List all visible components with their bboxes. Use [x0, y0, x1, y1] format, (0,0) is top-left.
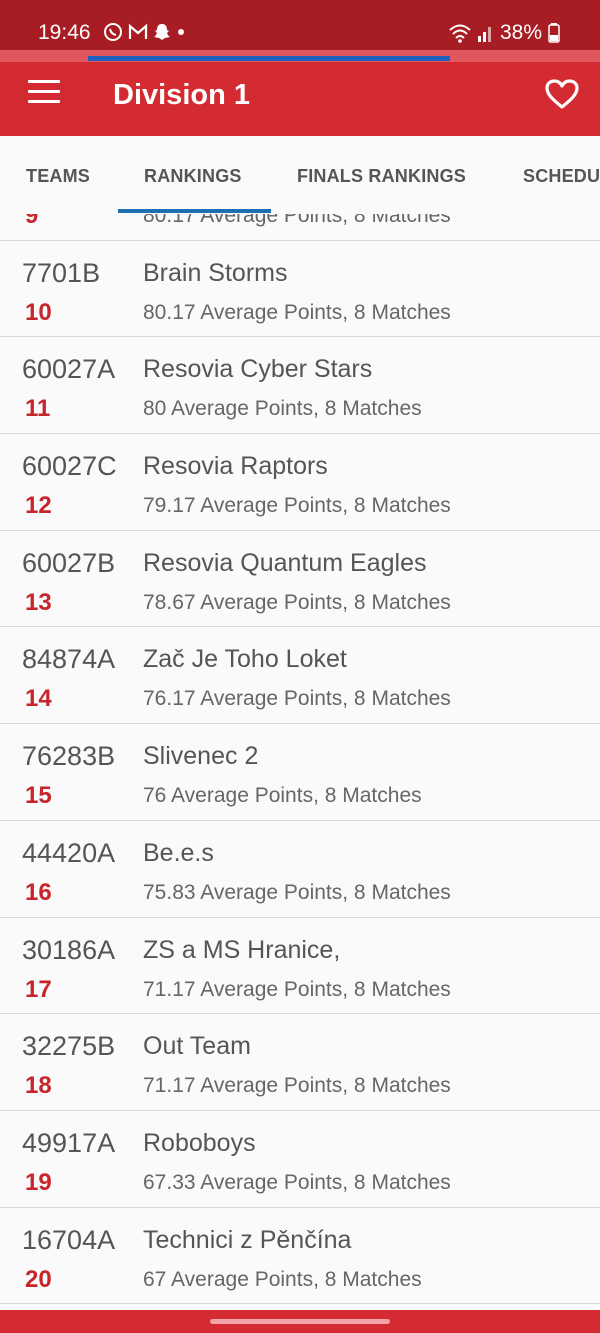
viber-icon — [104, 23, 122, 41]
team-name: Resovia Raptors — [143, 452, 328, 481]
home-gesture-handle[interactable] — [210, 1319, 390, 1324]
tab-finals-rankings[interactable]: FINALS RANKINGS — [297, 166, 466, 187]
dot-icon — [178, 29, 184, 35]
rank-number: 18 — [25, 1072, 52, 1100]
team-number: 32275B — [22, 1031, 116, 1062]
tab-teams[interactable]: TEAMS — [26, 166, 90, 187]
status-bar: 19:46 38% — [0, 0, 600, 50]
page-title: Division 1 — [113, 79, 250, 111]
ranking-stats: 75.83 Average Points, 8 Matches — [143, 880, 451, 904]
loading-progress-track — [0, 50, 600, 62]
rank-number: 20 — [25, 1265, 52, 1293]
team-name: Out Team — [143, 1032, 251, 1061]
team-name: Zač Je Toho Loket — [143, 645, 347, 674]
team-number: 16704A — [22, 1224, 116, 1255]
ranking-row[interactable]: 60027B Resovia Quantum Eagles 13 78.67 Aver… — [0, 530, 600, 628]
team-number: 30186A — [22, 934, 116, 965]
rank-number: 10 — [25, 298, 52, 326]
menu-button[interactable] — [28, 80, 60, 106]
ranking-stats: 76.17 Average Points, 8 Matches — [143, 687, 451, 711]
notification-icons — [103, 22, 186, 42]
rank-number: 12 — [25, 492, 52, 520]
battery-icon — [548, 23, 560, 43]
ranking-row[interactable]: 7701B Brain Storms 10 80.17 Average Points,… — [0, 240, 600, 338]
team-number: 60027C — [22, 451, 117, 482]
ranking-row[interactable]: 30186A ZS a MS Hranice, 17 71.17 Average Po… — [0, 917, 600, 1015]
hamburger-menu-icon — [28, 80, 60, 83]
selected-tab-indicator — [118, 209, 271, 213]
ranking-stats: 79.17 Average Points, 8 Matches — [143, 494, 451, 518]
rankings-list-content: 9 80.17 Average Points, 8 Matches 7701B Bra… — [0, 214, 600, 1305]
rank-number: 16 — [25, 878, 52, 906]
ranking-stats: 67 Average Points, 8 Matches — [143, 1267, 422, 1291]
team-name: ZS a MS Hranice, — [143, 935, 341, 964]
team-number: 49917A — [22, 1127, 116, 1158]
team-name: Resovia Cyber Stars — [143, 355, 373, 384]
ranking-row[interactable]: 60027A Resovia Cyber Stars 11 80 Average Po… — [0, 337, 600, 435]
ranking-row[interactable]: 49917A Roboboys 19 67.33 Average Points, 8 … — [0, 1110, 600, 1208]
team-number: 7701B — [22, 257, 101, 288]
tab-schedule[interactable]: SCHEDU — [523, 166, 600, 187]
team-name: Technici z Pěnčína — [143, 1225, 352, 1254]
ranking-row[interactable]: 32275B Out Team 18 71.17 Average Points, 8 … — [0, 1014, 600, 1111]
ranking-stats: 78.67 Average Points, 8 Matches — [143, 590, 451, 614]
ranking-stats: 76 Average Points, 8 Matches — [143, 784, 422, 808]
tab-bar: TEAMS RANKINGS FINALS RANKINGS SCHEDU — [0, 136, 600, 214]
favorite-button[interactable] — [544, 78, 580, 110]
rank-number: 19 — [25, 1168, 52, 1196]
ranking-stats: 67.33 Average Points, 8 Matches — [143, 1170, 451, 1194]
ranking-row[interactable]: 16704A Technici z Pěnčína 20 67 Average Poi… — [0, 1207, 600, 1305]
heart-outline-icon — [545, 79, 579, 109]
rank-number: 15 — [25, 782, 52, 810]
rank-number: 13 — [25, 588, 52, 616]
ranking-row[interactable]: 44420A Be.e.s 16 75.83 Average Points, 8 Ma… — [0, 820, 600, 918]
status-time: 19:46 — [38, 21, 91, 44]
rank-number: 11 — [25, 395, 51, 423]
ranking-stats: 71.17 Average Points, 8 Matches — [143, 977, 451, 1001]
team-number: 76283B — [22, 741, 116, 772]
rank-number: 17 — [25, 975, 52, 1003]
wifi-icon — [449, 24, 471, 43]
rank-number: 14 — [25, 685, 52, 713]
ranking-row[interactable]: 60027C Resovia Raptors 12 79.17 Average Poi… — [0, 434, 600, 531]
system-icons: 38% — [448, 20, 560, 46]
ranking-stats: 80.17 Average Points, 8 Matches — [143, 214, 451, 227]
team-name: Be.e.s — [143, 838, 214, 867]
snapchat-icon — [154, 24, 170, 40]
ranking-stats: 71.17 Average Points, 8 Matches — [143, 1074, 451, 1098]
rank-number: 9 — [25, 214, 39, 229]
ranking-row[interactable]: 84874A Zač Je Toho Loket 14 76.17 Average P… — [0, 627, 600, 725]
team-number: 60027B — [22, 547, 116, 578]
team-number: 60027A — [22, 354, 116, 385]
battery-percent: 38% — [499, 21, 542, 44]
ranking-stats: 80 Average Points, 8 Matches — [143, 397, 422, 421]
team-number: 84874A — [22, 644, 116, 675]
ranking-row[interactable]: 9 80.17 Average Points, 8 Matches — [0, 214, 600, 241]
system-navigation-bar — [0, 1310, 600, 1333]
loading-progress-bar — [88, 56, 450, 61]
ranking-stats: 80.17 Average Points, 8 Matches — [143, 300, 451, 324]
ranking-row[interactable]: 76283B Slivenec 2 15 76 Average Points, 8 M… — [0, 724, 600, 821]
rankings-list[interactable]: 9 80.17 Average Points, 8 Matches 7701B Bra… — [0, 214, 600, 1310]
app-bar: Division 1 — [0, 50, 600, 136]
tab-rankings[interactable]: RANKINGS — [144, 166, 242, 187]
team-name: Slivenec 2 — [143, 742, 259, 771]
team-name: Resovia Quantum Eagles — [143, 548, 427, 577]
team-name: Roboboys — [143, 1128, 256, 1157]
team-name: Brain Storms — [143, 258, 288, 287]
gmail-icon — [128, 23, 148, 39]
signal-icon — [477, 27, 491, 42]
team-number: 44420A — [22, 837, 116, 868]
